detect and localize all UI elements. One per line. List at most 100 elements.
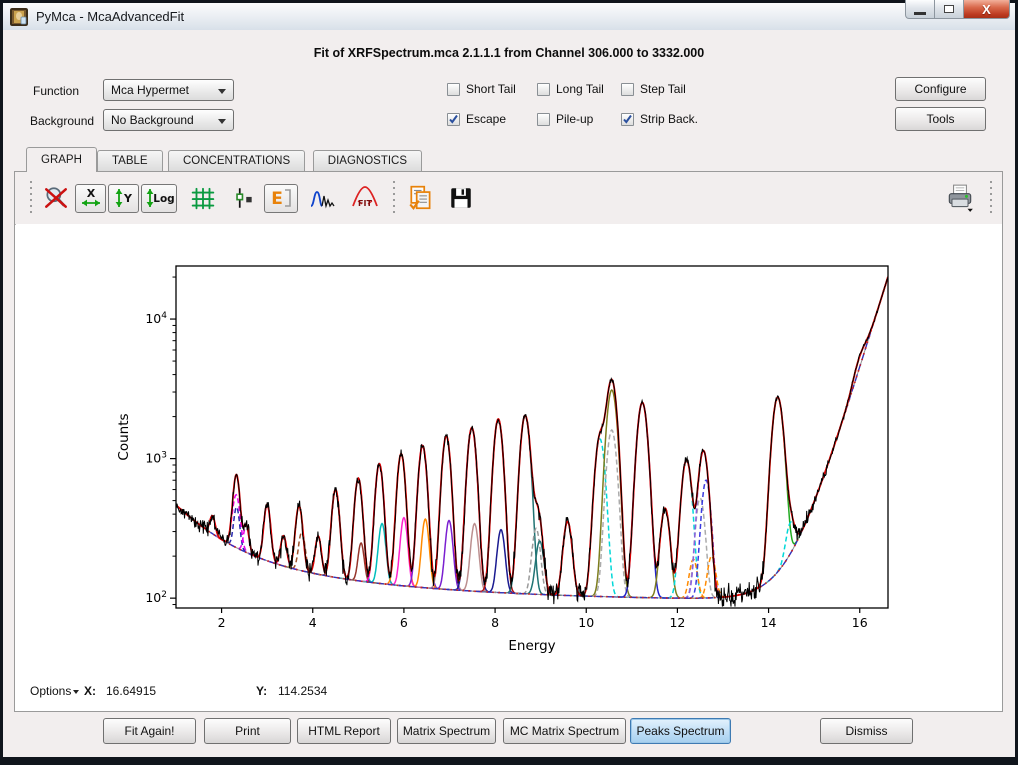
svg-text:10: 10 bbox=[578, 615, 594, 630]
svg-text:E: E bbox=[271, 189, 283, 209]
peak-markers-button[interactable] bbox=[226, 183, 260, 213]
svg-text:8: 8 bbox=[491, 615, 499, 630]
checkbox-label: Pile-up bbox=[556, 112, 593, 126]
toolbar-handle[interactable] bbox=[29, 181, 32, 215]
close-icon: X bbox=[982, 2, 991, 17]
checkbox-short-tail[interactable]: Short Tail bbox=[447, 82, 516, 96]
y-axis-label: Counts bbox=[116, 413, 132, 460]
svg-text:6: 6 bbox=[400, 615, 408, 630]
background-label: Background bbox=[30, 114, 94, 128]
checkbox-label: Long Tail bbox=[556, 82, 604, 96]
copy-icon bbox=[407, 184, 435, 212]
mc-matrix-spectrum-button[interactable]: MC Matrix Spectrum bbox=[503, 718, 626, 744]
peak-markers-icon bbox=[230, 185, 256, 211]
reset-zoom-button[interactable] bbox=[41, 183, 71, 213]
tab-concentrations[interactable]: CONCENTRATIONS bbox=[168, 150, 305, 171]
peaks-spectrum-button[interactable]: Peaks Spectrum bbox=[630, 718, 731, 744]
title-bar[interactable]: PyMca - McaAdvancedFit bbox=[3, 3, 1015, 31]
grid-icon bbox=[190, 185, 216, 211]
svg-text:4: 4 bbox=[309, 615, 317, 630]
fit-icon: FIT bbox=[350, 185, 380, 211]
print-button[interactable]: Print bbox=[204, 718, 291, 744]
unchecked-checkbox-icon bbox=[537, 83, 550, 96]
minimize-button[interactable] bbox=[905, 0, 935, 19]
configure-button[interactable]: Configure bbox=[895, 77, 986, 101]
energy-toggle-button[interactable]: E bbox=[264, 184, 298, 213]
svg-text:12: 12 bbox=[669, 615, 685, 630]
cursor-x-label: X: bbox=[84, 684, 96, 698]
pymca-window: { "window": { "title": "PyMca - McaAdvan… bbox=[0, 0, 1018, 765]
background-value: No Background bbox=[111, 113, 194, 127]
y-autoscale-button[interactable]: Y bbox=[108, 184, 139, 213]
fit-components-icon bbox=[309, 185, 337, 211]
restore-button[interactable] bbox=[935, 0, 964, 19]
graph-status-row: Options X: 16.64915 Y: 114.2534 bbox=[0, 684, 1000, 702]
close-button[interactable]: X bbox=[964, 0, 1010, 19]
svg-text:14: 14 bbox=[761, 615, 777, 630]
print-graph-button[interactable] bbox=[940, 183, 980, 213]
checkbox-label: Strip Back. bbox=[640, 112, 698, 126]
app-icon bbox=[10, 8, 28, 26]
svg-text:16: 16 bbox=[852, 615, 868, 630]
background-combobox[interactable]: No Background bbox=[103, 109, 234, 131]
y-autoscale-icon: Y bbox=[111, 185, 137, 211]
graph-toolbar: X Y Log bbox=[15, 172, 1002, 225]
save-icon bbox=[448, 185, 474, 211]
fit-components-button[interactable] bbox=[305, 183, 341, 213]
matrix-spectrum-button[interactable]: Matrix Spectrum bbox=[397, 718, 496, 744]
svg-text:X: X bbox=[86, 187, 95, 200]
checkbox-step-tail[interactable]: Step Tail bbox=[621, 82, 686, 96]
options-menu[interactable]: Options bbox=[30, 684, 79, 698]
window-title: PyMca - McaAdvancedFit bbox=[36, 9, 184, 24]
copy-plot-button[interactable] bbox=[404, 183, 438, 213]
window-controls: X bbox=[905, 0, 1010, 19]
svg-text:2: 2 bbox=[218, 615, 226, 630]
checkbox-label: Escape bbox=[466, 112, 506, 126]
energy-icon: E bbox=[267, 185, 295, 211]
save-plot-button[interactable] bbox=[444, 183, 478, 213]
svg-text:FIT: FIT bbox=[358, 199, 372, 208]
html-report-button[interactable]: HTML Report bbox=[297, 718, 391, 744]
function-label: Function bbox=[33, 84, 79, 98]
unchecked-checkbox-icon bbox=[621, 83, 634, 96]
tab-diagnostics[interactable]: DIAGNOSTICS bbox=[313, 150, 422, 171]
minimize-icon bbox=[914, 12, 926, 15]
checkbox-pile-up[interactable]: Pile-up bbox=[537, 112, 593, 126]
cursor-y-value: 114.2534 bbox=[278, 684, 327, 698]
checked-checkbox-icon bbox=[621, 113, 634, 126]
toolbar-separator bbox=[392, 181, 395, 215]
checkbox-label: Short Tail bbox=[466, 82, 516, 96]
unchecked-checkbox-icon bbox=[537, 113, 550, 126]
chevron-down-icon bbox=[73, 690, 79, 694]
fit-again-button[interactable]: Fit Again! bbox=[103, 718, 196, 744]
x-axis-label: Energy bbox=[508, 638, 555, 654]
fit-header-title: Fit of XRFSpectrum.mca 2.1.1.1 from Chan… bbox=[0, 46, 1018, 60]
toolbar-separator bbox=[989, 181, 992, 215]
zoom-reset-icon bbox=[43, 185, 69, 211]
checkbox-escape[interactable]: Escape bbox=[447, 112, 506, 126]
chevron-down-icon bbox=[218, 89, 226, 94]
checkbox-long-tail[interactable]: Long Tail bbox=[537, 82, 604, 96]
x-autoscale-icon: X bbox=[78, 185, 104, 211]
cursor-x-value: 16.64915 bbox=[106, 684, 156, 698]
function-value: Mca Hypermet bbox=[111, 83, 189, 97]
checkbox-strip-back[interactable]: Strip Back. bbox=[621, 112, 698, 126]
tab-table[interactable]: TABLE bbox=[97, 150, 163, 171]
function-combobox[interactable]: Mca Hypermet bbox=[103, 79, 234, 101]
grid-toggle-button[interactable] bbox=[186, 183, 220, 213]
svg-text:Y: Y bbox=[123, 192, 133, 205]
restore-icon bbox=[944, 5, 954, 13]
x-autoscale-button[interactable]: X bbox=[75, 184, 106, 213]
log-scale-button[interactable]: Log bbox=[141, 184, 177, 213]
cursor-y-label: Y: bbox=[256, 684, 267, 698]
svg-text:Log: Log bbox=[153, 193, 174, 205]
chevron-down-icon bbox=[218, 119, 226, 124]
printer-icon bbox=[945, 183, 975, 213]
tools-button[interactable]: Tools bbox=[895, 107, 986, 131]
tab-graph[interactable]: GRAPH bbox=[26, 147, 97, 172]
fit-button[interactable]: FIT bbox=[347, 183, 383, 213]
spectrum-chart[interactable]: 246810121416102103104EnergyCounts bbox=[16, 224, 1002, 680]
checkbox-label: Step Tail bbox=[640, 82, 686, 96]
dismiss-button[interactable]: Dismiss bbox=[820, 718, 913, 744]
unchecked-checkbox-icon bbox=[447, 83, 460, 96]
